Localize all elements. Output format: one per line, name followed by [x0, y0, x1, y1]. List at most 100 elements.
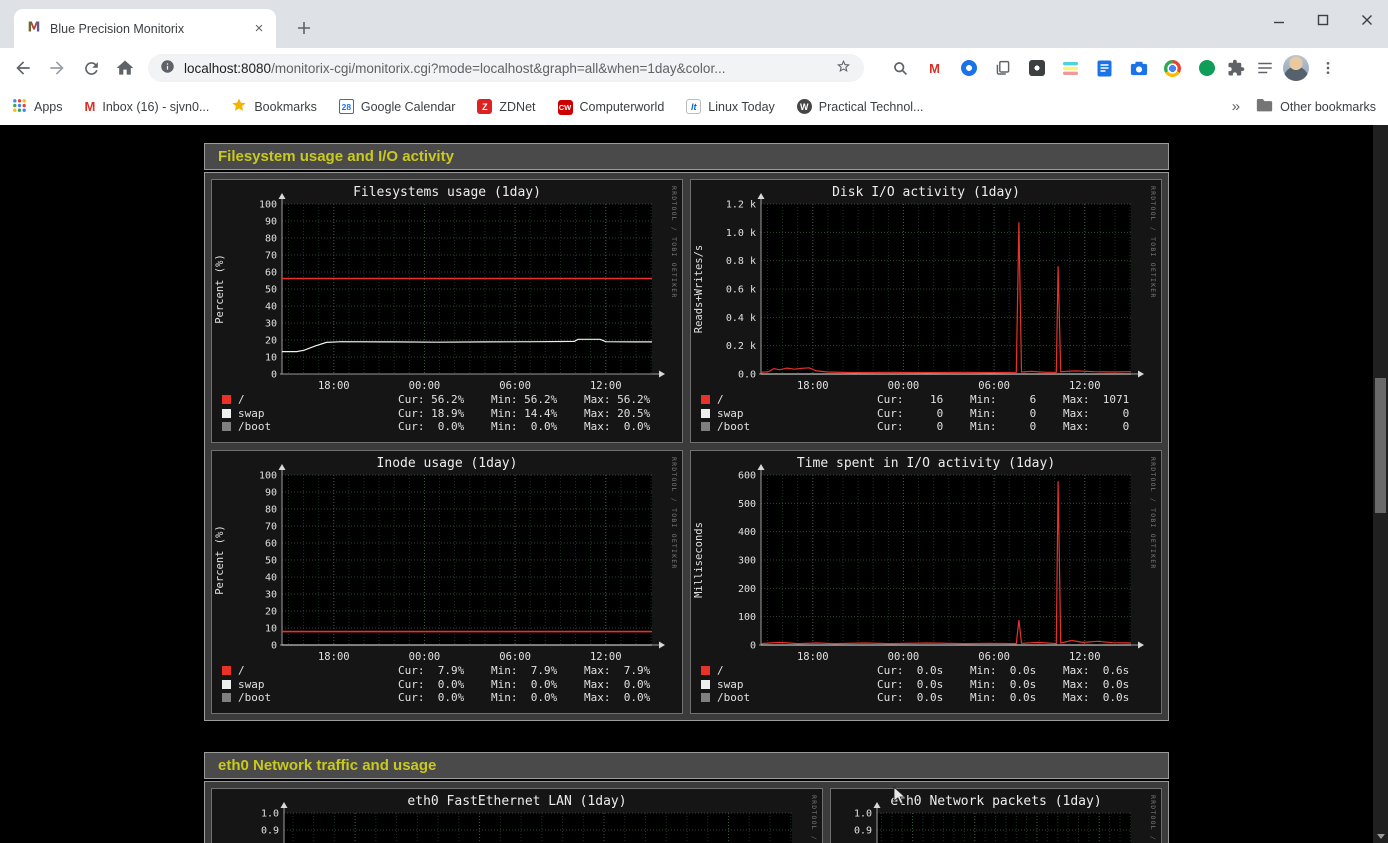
new-tab-button[interactable] [290, 14, 318, 42]
notes-icon[interactable] [1022, 54, 1051, 83]
y-tick-label: 70 [265, 522, 277, 533]
bookmarks-overflow-chevron[interactable]: » [1232, 98, 1240, 115]
rrdtool-watermark: RRDTOOL / TOBI OETIKER [1149, 186, 1157, 299]
graph-canvas: 0.00.10.20.30.40.50.60.70.80.91.018:0000… [831, 789, 1161, 843]
y-tick-label: 90 [265, 217, 277, 228]
computerworld-icon: CW [558, 99, 573, 115]
bookmark-practical-technol[interactable]: WPractical Technol... [797, 99, 924, 115]
camera-icon[interactable] [1124, 54, 1153, 83]
legend-series: / [701, 393, 877, 407]
legend-max: Max: 0.0s [1063, 691, 1153, 705]
bookmark-bookmarks[interactable]: Bookmarks [231, 97, 317, 116]
reload-button[interactable] [74, 51, 108, 85]
bookmark-computerworld[interactable]: CWComputerworld [558, 99, 665, 115]
address-bar[interactable]: localhost:8080/monitorix-cgi/monitorix.c… [148, 54, 864, 82]
legend-max: Max: 7.9% [584, 664, 674, 678]
y-tick-label: 0 [271, 370, 277, 381]
reading-list-icon[interactable] [1250, 54, 1279, 83]
section-header-network: eth0 Network traffic and usage [204, 752, 1169, 779]
x-tick-label: 12:00 [1069, 651, 1101, 663]
legend-series-name: /boot [238, 691, 271, 704]
graph-eth0-lan[interactable]: 0.00.10.20.30.40.50.60.70.80.91.018:0000… [211, 788, 823, 843]
minimize-button[interactable] [1272, 13, 1286, 27]
profile-avatar[interactable] [1283, 55, 1309, 81]
legend-row: /Cur: 16Min: 6Max: 1071 [701, 393, 1153, 407]
graph-title: Inode usage (1day) [377, 456, 518, 471]
legend-series-name: / [238, 393, 245, 406]
y-tick-label: 50 [265, 285, 277, 296]
legend-cur: Cur: 0.0% [398, 420, 491, 434]
legend-series: /boot [701, 691, 877, 705]
legend-row: swapCur: 0.0%Min: 0.0%Max: 0.0% [222, 678, 674, 692]
bookmark-items: Apps MInbox (16) - sjvn0... Bookmarks 28Goo… [12, 97, 945, 116]
bookmark-linux-today[interactable]: ltLinux Today [686, 99, 775, 115]
page-scrollbar[interactable] [1373, 125, 1388, 843]
back-button[interactable] [6, 51, 40, 85]
browser-menu-icon[interactable] [1313, 54, 1342, 83]
section-body-filesystem: 010203040506070809010018:0000:0006:0012:… [204, 172, 1169, 721]
legend-row: /Cur: 56.2%Min: 56.2%Max: 56.2% [222, 393, 674, 407]
browser-toolbar: localhost:8080/monitorix-cgi/monitorix.c… [0, 48, 1388, 88]
bookmark-inbox-16-sjvn0[interactable]: MInbox (16) - sjvn0... [85, 99, 210, 114]
other-bookmarks-folder[interactable]: Other bookmarks [1256, 98, 1376, 115]
y-tick-label: 80 [265, 505, 277, 516]
y-tick-label: 60 [265, 268, 277, 279]
site-info-icon[interactable] [160, 59, 175, 77]
rrdtool-watermark: RRDTOOL / TOBI OETIKER [670, 186, 678, 299]
bookmarks-bar: Apps MInbox (16) - sjvn0... Bookmarks 28Goo… [0, 88, 1388, 125]
bookmark-apps[interactable]: Apps [12, 98, 63, 116]
bookmark-star-icon[interactable] [835, 58, 852, 78]
legend-swatch [701, 422, 710, 431]
extensions-puzzle-icon[interactable] [1221, 54, 1250, 83]
y-tick-label: 100 [259, 471, 277, 482]
graph-filesystems-usage[interactable]: 010203040506070809010018:0000:0006:0012:… [211, 179, 683, 443]
forward-button[interactable] [40, 51, 74, 85]
y-tick-label: 200 [738, 584, 756, 595]
maximize-button[interactable] [1316, 13, 1330, 27]
y-tick-label: 30 [265, 319, 277, 330]
y-tick-label: 0.2 k [726, 341, 756, 352]
stack-icon[interactable] [1056, 54, 1085, 83]
legend-cur: Cur: 0.0% [398, 691, 491, 705]
home-button[interactable] [108, 51, 142, 85]
copy-icon[interactable] [988, 54, 1017, 83]
graph-time-in-io-activity[interactable]: 010020030040050060018:0000:0006:0012:00T… [690, 450, 1162, 714]
legend-series: swap [222, 407, 398, 421]
legend-swatch [222, 666, 231, 675]
gmail-icon[interactable]: M [920, 54, 949, 83]
bookmark-label: Inbox (16) - sjvn0... [102, 100, 209, 114]
mouse-cursor [893, 786, 907, 811]
close-window-button[interactable] [1360, 13, 1374, 27]
docs-icon[interactable] [1090, 54, 1119, 83]
browser-tab[interactable]: M Blue Precision Monitorix × [14, 9, 276, 48]
hangouts-icon[interactable] [1192, 54, 1221, 83]
x-tick-label: 12:00 [590, 651, 622, 663]
y-tick-label: 400 [738, 527, 756, 538]
search-icon[interactable] [886, 54, 915, 83]
legend-swatch [222, 693, 231, 702]
legend-cur: Cur: 16 [877, 393, 970, 407]
x-tick-label: 06:00 [978, 651, 1010, 663]
legend-series: /boot [701, 420, 877, 434]
bookmark-google-calendar[interactable]: 28Google Calendar [339, 99, 456, 115]
graph-inode-usage[interactable]: 010203040506070809010018:0000:0006:0012:… [211, 450, 683, 714]
legend-min: Min: 0.0% [491, 691, 584, 705]
y-tick-label: 300 [738, 556, 756, 567]
x-tick-label: 06:00 [978, 380, 1010, 392]
graph-disk-io-activity[interactable]: 0.00.2 k0.4 k0.6 k0.8 k1.0 k1.2 k18:0000… [690, 179, 1162, 443]
legend-swatch [701, 680, 710, 689]
legend-series-name: / [717, 393, 724, 406]
section-body-network: 0.00.10.20.30.40.50.60.70.80.91.018:0000… [204, 781, 1169, 843]
bookmark-zdnet[interactable]: ZZDNet [477, 99, 535, 115]
blue-badge-icon[interactable] [954, 54, 983, 83]
graph-eth0-packets[interactable]: 0.00.10.20.30.40.50.60.70.80.91.018:0000… [830, 788, 1162, 843]
y-tick-label: 90 [265, 488, 277, 499]
tab-close-icon[interactable]: × [250, 20, 268, 38]
y-tick-label: 600 [738, 471, 756, 482]
rrdtool-watermark: RRDTOOL / TOBI OETIKER [1149, 457, 1157, 570]
scrollbar-down-arrow[interactable] [1377, 834, 1385, 839]
legend-row: swapCur: 0Min: 0Max: 0 [701, 407, 1153, 421]
legend-min: Min: 56.2% [491, 393, 584, 407]
scrollbar-thumb[interactable] [1375, 378, 1386, 513]
chrome-icon[interactable] [1158, 54, 1187, 83]
